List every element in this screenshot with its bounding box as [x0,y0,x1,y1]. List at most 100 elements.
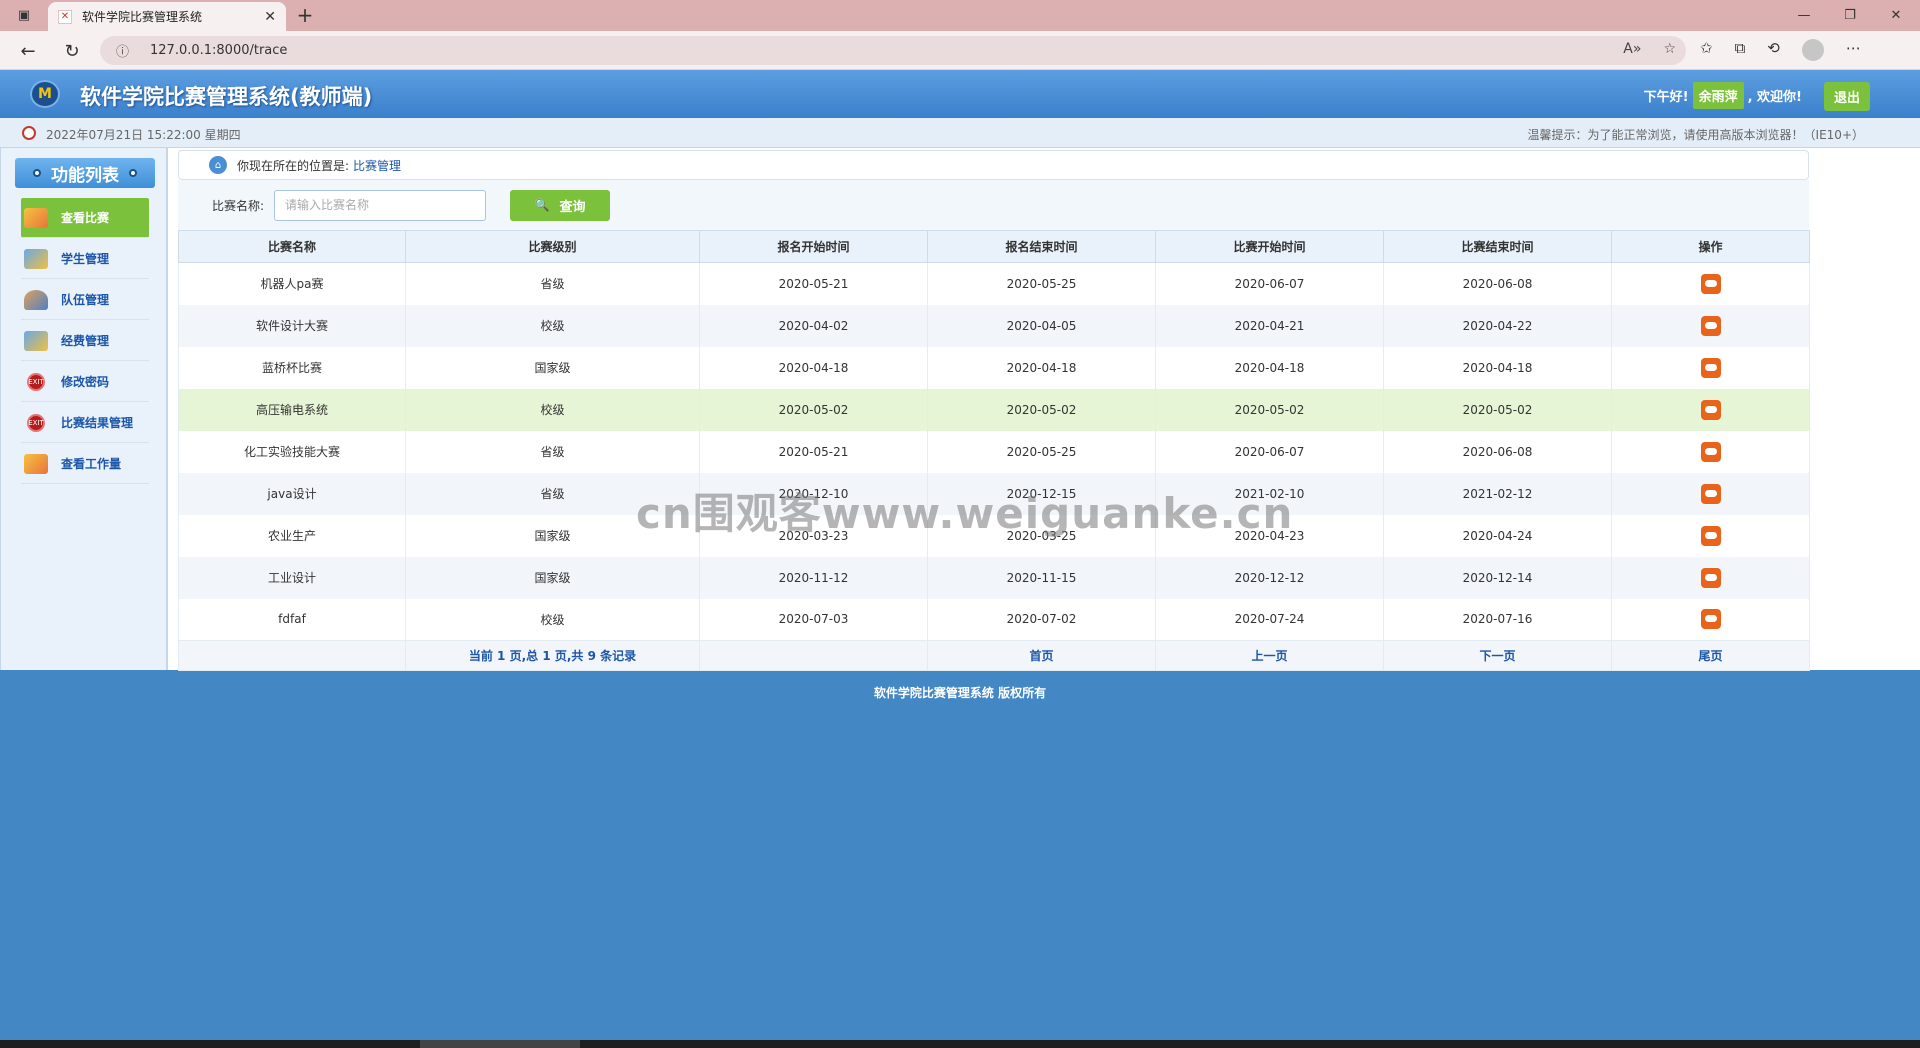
comment-icon[interactable] [1700,315,1721,336]
minimize-icon[interactable]: — [1782,0,1826,31]
restore-icon[interactable]: ❐ [1828,0,1872,31]
column-header: 报名开始时间 [699,230,928,263]
sidebar-item-view-contests[interactable]: 查看比赛 [21,198,149,238]
greeting: 下午好! 余雨萍 , 欢迎你! [1644,82,1802,109]
history-icon[interactable]: ⟲ [1767,39,1780,61]
comment-icon[interactable] [1700,609,1721,630]
address-bar[interactable]: ⓘ 127.0.0.1:8000/trace A» ☆ [100,36,1686,65]
comment-icon[interactable] [1700,357,1721,378]
cell-contest-end: 2020-05-02 [1383,388,1612,431]
budget-icon [23,330,49,352]
table-row: java设计 省级 2020-12-10 2020-12-15 2021-02-… [178,472,1810,515]
comment-icon[interactable] [1700,567,1721,588]
bullet-icon [33,169,41,177]
cell-name: 工业设计 [178,556,406,599]
comment-icon[interactable] [1700,399,1721,420]
read-aloud-icon[interactable]: A» [1623,41,1641,57]
profile-icon[interactable] [1801,39,1824,61]
sidebar-item-results[interactable]: EXIT 比赛结果管理 [21,403,149,443]
pager-empty [699,640,928,671]
cell-reg-end: 2020-05-25 [927,430,1156,473]
cell-reg-end: 2020-04-18 [927,346,1156,389]
cell-reg-start: 2020-11-12 [699,556,928,599]
tab-actions-icon[interactable]: ▣ [2,0,46,31]
refresh-icon[interactable]: ↻ [58,37,86,65]
sidebar-item-workload[interactable]: 查看工作量 [21,444,149,484]
cell-contest-end: 2020-04-24 [1383,514,1612,557]
cell-level: 国家级 [405,556,700,599]
cell-reg-end: 2020-04-05 [927,304,1156,347]
search-button-label: 查询 [559,199,586,215]
first-page-link[interactable]: 首页 [1029,649,1053,663]
cell-action [1611,346,1810,389]
cell-reg-start: 2020-03-23 [699,514,928,557]
cell-action [1611,556,1810,599]
cell-action [1611,598,1810,641]
browser-tab[interactable]: ✕ 软件学院比赛管理系统 ✕ [48,2,286,31]
comment-icon[interactable] [1700,273,1721,294]
sidebar-item-label: 查看工作量 [61,457,122,471]
exit-icon: EXIT [23,412,49,434]
cell-contest-end: 2020-07-16 [1383,598,1612,641]
cell-level: 国家级 [405,346,700,389]
site-info-icon[interactable]: ⓘ [116,41,136,60]
back-icon[interactable]: ← [14,37,42,65]
cell-reg-end: 2020-07-02 [927,598,1156,641]
table-row: 农业生产 国家级 2020-03-23 2020-03-25 2020-04-2… [178,514,1810,557]
more-icon[interactable]: ⋯ [1846,39,1861,61]
cell-contest-start: 2020-04-21 [1155,304,1384,347]
cell-action [1611,430,1810,473]
cell-level: 省级 [405,472,700,515]
comment-icon[interactable] [1700,483,1721,504]
table-row: 软件设计大赛 校级 2020-04-02 2020-04-05 2020-04-… [178,304,1810,347]
prev-page-link[interactable]: 上一页 [1251,649,1287,663]
tab-close-icon[interactable]: ✕ [264,9,276,25]
breadcrumb-current[interactable]: 比赛管理 [353,157,401,174]
contest-name-search-input[interactable] [274,189,487,221]
comment-icon[interactable] [1700,441,1721,462]
cell-name: fdfaf [178,598,406,641]
cell-name: 软件设计大赛 [178,304,406,347]
greeting-text: 下午好! [1643,90,1689,105]
cell-contest-end: 2020-04-18 [1383,346,1612,389]
last-page-link[interactable]: 尾页 [1698,649,1722,663]
exit-icon: EXIT [23,371,49,393]
username-badge: 余雨萍 [1692,82,1744,109]
collections-icon[interactable]: ⧉ [1735,39,1746,61]
logout-button[interactable]: 退出 [1823,82,1870,111]
sidebar-item-students[interactable]: 学生管理 [21,239,149,279]
favorites-icon[interactable]: ✩ [1700,39,1713,61]
search-button[interactable]: 🔍 查询 [510,189,611,221]
sidebar-item-budget[interactable]: 经费管理 [21,321,149,361]
cell-level: 省级 [405,430,700,473]
add-favorite-icon[interactable]: ☆ [1663,41,1676,57]
table-row: 机器人pa赛 省级 2020-05-21 2020-05-25 2020-06-… [178,262,1810,305]
search-icon: 🔍 [534,198,550,212]
table-row: fdfaf 校级 2020-07-03 2020-07-02 2020-07-2… [178,598,1810,641]
pager-next-cell: 下一页 [1383,640,1612,671]
taskbar [0,1040,1920,1048]
new-tab-icon[interactable]: + [292,3,318,27]
sidebar-item-change-password[interactable]: EXIT 修改密码 [21,362,149,402]
welcome-text: , 欢迎你! [1747,90,1802,105]
comment-icon[interactable] [1700,525,1721,546]
browser-toolbar: ← ↻ ⓘ 127.0.0.1:8000/trace A» ☆ ✩ ⧉ ⟲ ⋯ [0,31,1920,70]
window-close-icon[interactable]: ✕ [1874,0,1918,31]
cell-action [1611,514,1810,557]
cell-contest-start: 2020-04-23 [1155,514,1384,557]
sidebar-item-teams[interactable]: 队伍管理 [21,280,149,320]
taskbar-segment [420,1040,580,1048]
cell-name: 高压输电系统 [178,388,406,431]
cell-reg-start: 2020-05-21 [699,430,928,473]
home-icon: ⌂ [209,156,227,174]
next-page-link[interactable]: 下一页 [1479,649,1515,663]
cell-contest-start: 2020-04-18 [1155,346,1384,389]
cell-action [1611,262,1810,305]
favicon-icon: ✕ [58,9,72,24]
cell-contest-start: 2020-07-24 [1155,598,1384,641]
sidebar-item-label: 查看比赛 [61,211,110,225]
cell-reg-start: 2020-04-02 [699,304,928,347]
logo-icon: M [30,80,60,108]
cell-reg-end: 2020-12-15 [927,472,1156,515]
footer-copyright: 软件学院比赛管理系统 版权所有 [873,686,1047,700]
